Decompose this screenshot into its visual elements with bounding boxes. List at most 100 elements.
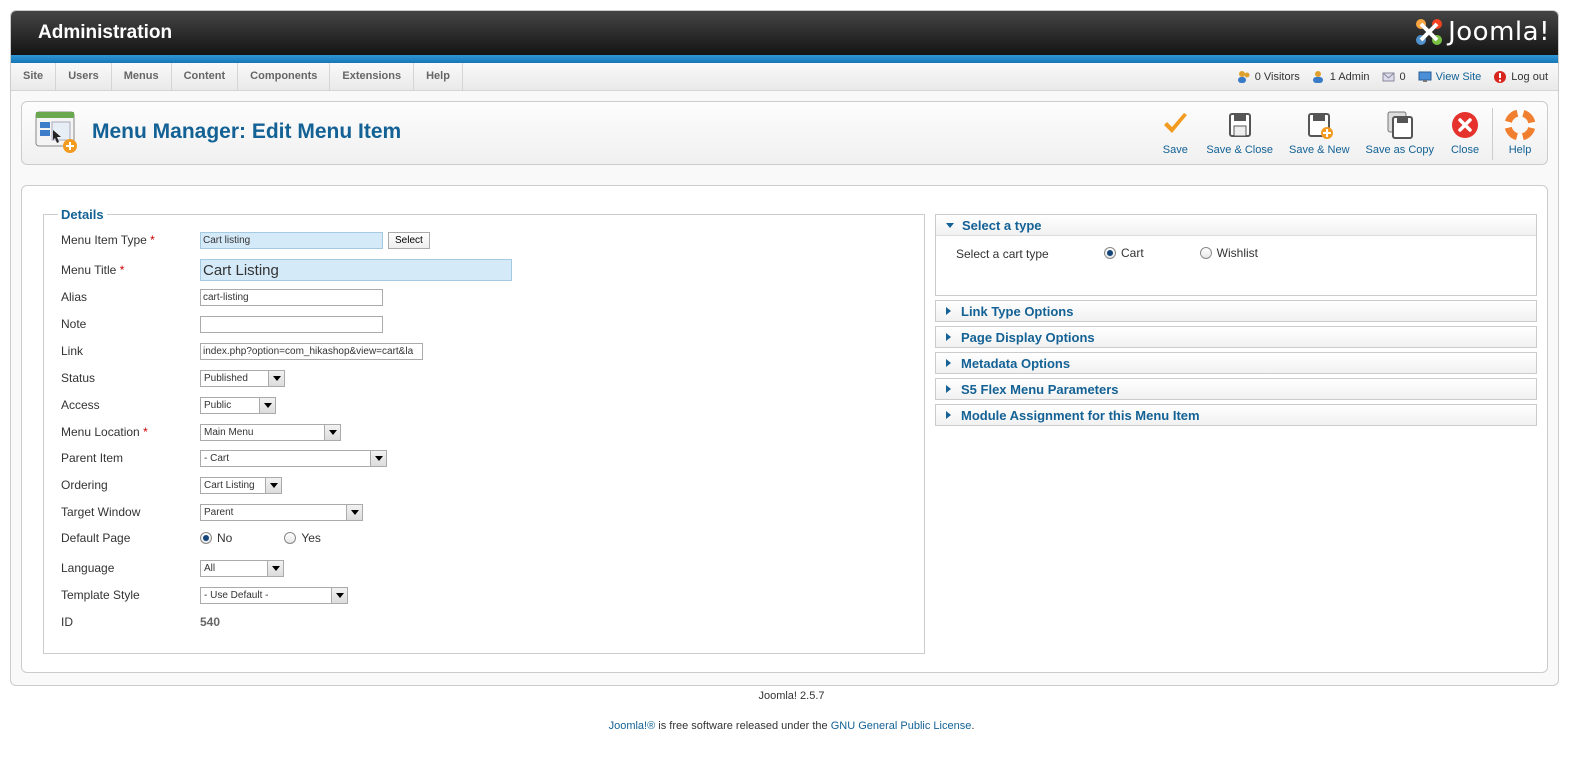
pane-select-type-body: Select a cart type Cart Wishlist	[936, 235, 1536, 295]
ordering-select[interactable]: Cart Listing	[200, 476, 282, 494]
menu-manager-icon	[35, 111, 77, 153]
menu-help[interactable]: Help	[414, 63, 463, 90]
close-circle-icon	[1452, 112, 1478, 138]
target-window-label: Target Window	[61, 505, 141, 519]
menu-location-select[interactable]: Main Menu	[200, 423, 341, 441]
template-style-label: Template Style	[61, 588, 140, 602]
select-type-button[interactable]: Select	[388, 231, 430, 249]
parent-item-value: - Cart	[204, 452, 229, 464]
toolbar-divider	[1492, 108, 1493, 160]
row-id: ID 540	[61, 612, 220, 632]
joomla-link[interactable]: Joomla!®	[609, 720, 656, 732]
save-button[interactable]: Save	[1152, 106, 1198, 162]
main-menubar: Site Users Menus Content Components Exte…	[11, 63, 1558, 91]
cart-type-wishlist[interactable]: Wishlist	[1199, 246, 1258, 260]
note-label: Note	[61, 317, 87, 331]
language-select[interactable]: All	[200, 559, 284, 577]
triangle-right-icon	[946, 411, 951, 419]
visitors-count: 0 Visitors	[1254, 71, 1300, 83]
messages-count: 0	[1399, 71, 1406, 83]
help-button[interactable]: Help	[1497, 106, 1543, 162]
id-value: 540	[200, 615, 221, 629]
access-select[interactable]: Public	[200, 396, 276, 414]
status-select[interactable]: Published	[200, 369, 285, 387]
toolbar-box: Menu Manager: Edit Menu Item Save Save &…	[21, 101, 1548, 165]
license-text-1: is free software released under the	[655, 720, 831, 732]
close-button[interactable]: Close	[1442, 106, 1488, 162]
floppy-copy-icon	[1387, 111, 1413, 139]
cart-type-cart-label: Cart	[1121, 246, 1144, 260]
language-value: All	[204, 562, 216, 574]
menu-location-value: Main Menu	[204, 426, 254, 438]
menu-title-field[interactable]	[200, 259, 512, 281]
language-label: Language	[61, 561, 115, 575]
admin-status: 1 Admin	[1312, 70, 1370, 84]
floppy-plus-icon	[1308, 113, 1334, 139]
save-new-label: Save & New	[1288, 144, 1350, 156]
menu-extensions[interactable]: Extensions	[330, 63, 415, 90]
pane-module-assignment-title: Module Assignment for this Menu Item	[961, 407, 1200, 423]
pane-select-type-header[interactable]: Select a type	[936, 215, 1536, 235]
link-field[interactable]	[200, 342, 423, 360]
pane-metadata: Metadata Options	[935, 352, 1537, 374]
default-page-no[interactable]: No	[200, 531, 232, 545]
template-style-select[interactable]: - Use Default -	[200, 586, 348, 604]
save-copy-button[interactable]: Save as Copy	[1358, 106, 1442, 162]
save-new-button[interactable]: Save & New	[1281, 106, 1358, 162]
pane-s5-flex-header[interactable]: S5 Flex Menu Parameters	[936, 379, 1536, 399]
triangle-right-icon	[946, 359, 951, 367]
default-page-yes[interactable]: Yes	[284, 531, 321, 545]
logout-link[interactable]: Log out	[1493, 70, 1548, 84]
chevron-down-icon	[267, 560, 283, 576]
gpl-link[interactable]: GNU General Public License	[831, 720, 972, 732]
menu-item-type-field[interactable]	[200, 231, 383, 249]
admin-frame: Administration Joomla! Site Users Menus …	[10, 10, 1559, 686]
pane-page-display-title: Page Display Options	[961, 329, 1095, 345]
footer-version: Joomla! 2.5.7	[758, 690, 825, 702]
row-menu-item-type: Menu Item Type * Select	[61, 230, 430, 250]
parent-item-select[interactable]: - Cart	[200, 449, 387, 467]
logout-icon	[1494, 71, 1507, 83]
pane-metadata-header[interactable]: Metadata Options	[936, 353, 1536, 373]
cart-type-cart[interactable]: Cart	[1104, 246, 1144, 260]
row-template-style: Template Style - Use Default -	[61, 585, 348, 605]
menu-site[interactable]: Site	[11, 63, 57, 90]
id-label: ID	[61, 615, 73, 629]
view-site-link[interactable]: View Site	[1418, 70, 1481, 84]
required-mark: *	[150, 233, 155, 247]
menu-components[interactable]: Components	[238, 63, 331, 90]
radio-selected-icon	[1104, 247, 1116, 259]
template-style-value: - Use Default -	[204, 589, 269, 601]
alias-field[interactable]	[200, 288, 383, 306]
menu-menus[interactable]: Menus	[112, 63, 172, 90]
target-window-value: Parent	[204, 506, 234, 518]
pane-link-type: Link Type Options	[935, 300, 1537, 322]
default-page-no-label: No	[217, 531, 233, 545]
admin-icon	[1312, 71, 1323, 83]
header-bar: Administration Joomla!	[11, 11, 1558, 63]
pane-page-display-header[interactable]: Page Display Options	[936, 327, 1536, 347]
row-status: Status Published	[61, 368, 285, 388]
note-field[interactable]	[200, 315, 383, 333]
cart-type-label: Select a cart type	[956, 247, 1049, 261]
pane-s5-flex-title: S5 Flex Menu Parameters	[961, 381, 1119, 397]
menu-users[interactable]: Users	[56, 63, 112, 90]
target-window-select[interactable]: Parent	[200, 503, 363, 521]
menu-content[interactable]: Content	[172, 63, 239, 90]
chevron-down-icon	[331, 587, 347, 603]
checkmark-icon	[1164, 113, 1188, 133]
messages-icon	[1382, 72, 1395, 82]
ordering-value: Cart Listing	[204, 479, 255, 491]
row-menu-title: Menu Title *	[61, 258, 512, 282]
messages-status[interactable]: 0	[1382, 70, 1406, 84]
save-label: Save	[1162, 144, 1188, 156]
pane-page-display: Page Display Options	[935, 326, 1537, 348]
pane-module-assignment-header[interactable]: Module Assignment for this Menu Item	[936, 405, 1536, 425]
triangle-right-icon	[946, 385, 951, 393]
pane-link-type-header[interactable]: Link Type Options	[936, 301, 1536, 321]
chevron-down-icon	[370, 450, 386, 466]
joomla-logo: Joomla!	[1414, 17, 1550, 47]
save-close-button[interactable]: Save & Close	[1198, 106, 1281, 162]
license-text-2: .	[971, 720, 975, 732]
link-label: Link	[61, 344, 84, 358]
